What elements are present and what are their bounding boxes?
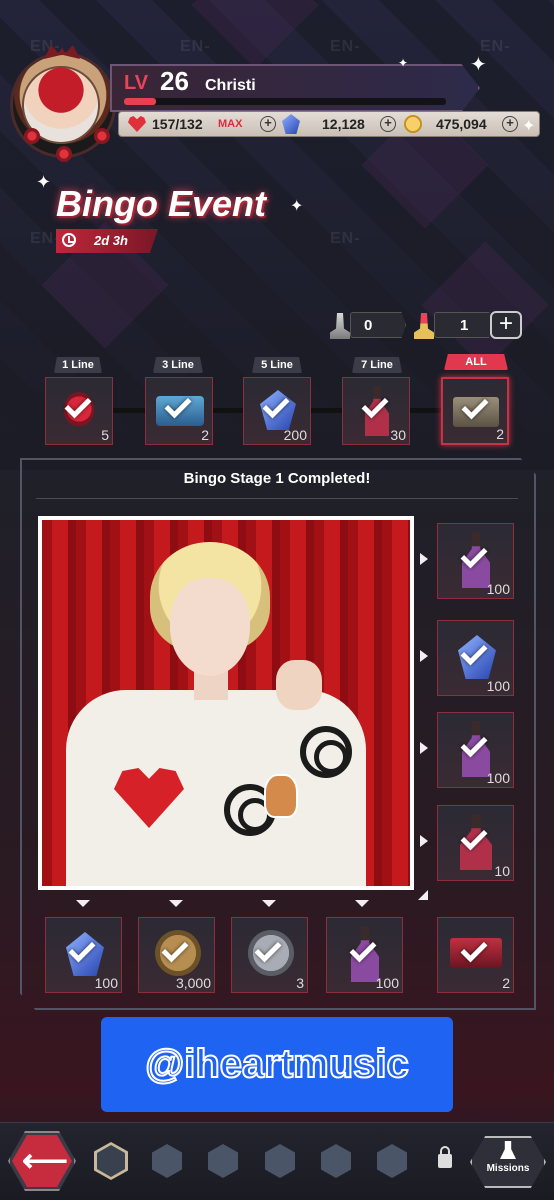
- gingerbread-cookie: [264, 774, 298, 818]
- bg-logo-mark: EN-: [330, 38, 361, 55]
- line-reward-label: 1 Line: [54, 357, 102, 373]
- line-reward-label: 7 Line: [352, 357, 402, 373]
- reward-count: 10: [494, 863, 510, 879]
- missions-label: Missions: [486, 1163, 530, 1174]
- column-reward-tile[interactable]: 3: [231, 917, 308, 993]
- silver-stamp-counter: [350, 312, 406, 338]
- line-connector: [112, 408, 146, 413]
- bg-diamond: [191, 0, 319, 69]
- reward-count: 3: [296, 975, 304, 991]
- diagonal-reward-tile[interactable]: 2: [437, 917, 514, 993]
- photo-person-face: [170, 578, 250, 676]
- row-arrow-icon: [420, 650, 428, 662]
- xp-progress-bar: [124, 98, 446, 105]
- back-arrow-icon: ⟵: [22, 1142, 68, 1178]
- line-connector: [310, 408, 342, 413]
- gold-coin-icon: [404, 115, 422, 133]
- reward-count: 100: [94, 975, 118, 991]
- gems-value: 12,128: [322, 116, 365, 132]
- photo-person-body: [66, 690, 366, 886]
- level-value: 26: [160, 66, 189, 96]
- column-arrow-icon: [355, 900, 369, 907]
- add-gems-button[interactable]: +: [380, 116, 396, 132]
- bg-logo-mark: EN-: [330, 230, 361, 247]
- column-arrow-icon: [76, 900, 90, 907]
- player-name: Christi: [205, 77, 256, 94]
- sparkle-icon: ✦: [470, 54, 487, 76]
- line-reward-label: 3 Line: [153, 357, 203, 373]
- xp-progress-fill: [124, 98, 157, 105]
- event-title: Bingo Event: [56, 183, 267, 224]
- reward-count: 100: [486, 678, 510, 694]
- board-divider: [36, 498, 518, 499]
- line-connector: [408, 408, 442, 413]
- sparkle-icon: ✦: [36, 172, 52, 192]
- reward-count: 100: [375, 975, 399, 991]
- add-stamp-button[interactable]: +: [490, 311, 522, 339]
- row-arrow-icon: [420, 835, 428, 847]
- line-reward-tile[interactable]: 5: [45, 377, 113, 445]
- sparkle-icon: ✦: [522, 118, 536, 135]
- sweater-swirl-pattern: [300, 726, 352, 778]
- reward-count: 5: [101, 427, 109, 443]
- column-arrow-icon: [169, 900, 183, 907]
- row-arrow-icon: [420, 553, 428, 565]
- column-arrow-icon: [262, 900, 276, 907]
- reward-count: 2: [502, 975, 510, 991]
- reward-count: 30: [390, 427, 406, 443]
- line-reward-label: 5 Line: [252, 357, 302, 373]
- rose-icon: [56, 146, 72, 162]
- clock-icon: [62, 233, 76, 247]
- watermark-banner: @iheartmusic: [101, 1017, 453, 1112]
- line-connector: [212, 408, 244, 413]
- line-reward-label-all: ALL: [444, 354, 508, 370]
- reward-count: 100: [486, 770, 510, 786]
- board-title: Bingo Stage 1 Completed!: [183, 470, 371, 487]
- reward-count: 100: [486, 581, 510, 597]
- lock-icon: [438, 1146, 452, 1168]
- add-energy-button[interactable]: +: [260, 116, 276, 132]
- reward-count: 2: [201, 427, 209, 443]
- coins-value: 475,094: [436, 116, 487, 132]
- silver-stamp-count: 0: [364, 317, 373, 334]
- watermark-text: @iheartmusic: [144, 1041, 410, 1087]
- sparkle-icon: ✦: [290, 198, 304, 215]
- line-reward-tile[interactable]: 30: [342, 377, 410, 445]
- bingo-photo-card[interactable]: [38, 516, 414, 890]
- row-reward-tile[interactable]: 100: [437, 712, 514, 788]
- bg-diamond: [421, 241, 549, 369]
- row-reward-tile[interactable]: 100: [437, 620, 514, 696]
- line-reward-tile[interactable]: 2: [145, 377, 213, 445]
- reward-count: 200: [283, 427, 307, 443]
- rose-icon: [24, 128, 40, 144]
- sparkle-icon: ✦: [398, 56, 409, 70]
- row-reward-tile[interactable]: 100: [437, 523, 514, 599]
- event-timer-text: 2d 3h: [94, 233, 128, 248]
- energy-value: 157/132: [152, 116, 203, 132]
- column-reward-tile[interactable]: 100: [326, 917, 403, 993]
- bg-logo-mark: EN-: [30, 230, 61, 247]
- energy-max-label: MAX: [218, 118, 243, 130]
- reward-count: 3,000: [175, 975, 211, 991]
- reward-count: 2: [496, 426, 504, 442]
- column-reward-tile[interactable]: 3,000: [138, 917, 215, 993]
- column-reward-tile[interactable]: 100: [45, 917, 122, 993]
- add-coins-button[interactable]: +: [502, 116, 518, 132]
- rose-icon: [94, 128, 110, 144]
- photo-person-hand: [276, 660, 322, 710]
- row-reward-tile[interactable]: 10: [437, 805, 514, 881]
- line-reward-tile[interactable]: 200: [243, 377, 311, 445]
- gold-stamp-count: 1: [460, 317, 469, 334]
- line-reward-tile-all[interactable]: 2: [441, 377, 509, 445]
- row-arrow-icon: [420, 742, 428, 754]
- level-label: LV: [124, 72, 149, 94]
- bg-logo-mark: EN-: [180, 38, 211, 55]
- diagonal-arrow-icon: [418, 890, 428, 900]
